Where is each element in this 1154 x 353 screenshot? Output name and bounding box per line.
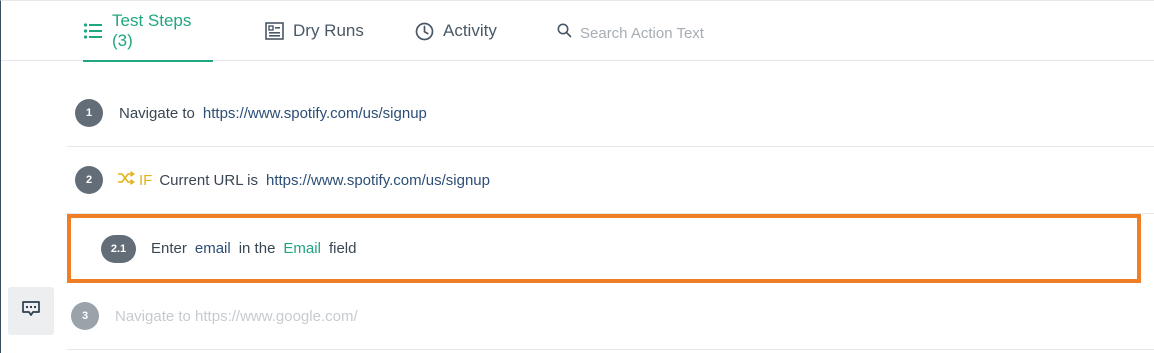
list-icon	[83, 22, 103, 40]
tab-activity[interactable]: Activity	[415, 1, 497, 61]
tab-label: Dry Runs	[293, 21, 364, 40]
clock-icon	[415, 22, 434, 41]
step-url: https://www.spotify.com/us/signup	[265, 171, 490, 189]
step-element: Email	[283, 240, 321, 257]
step-test-data: email	[194, 240, 231, 257]
search-box	[557, 21, 817, 45]
search-input[interactable]	[580, 24, 810, 42]
step-url: https://www.spotify.com/us/signup	[202, 104, 427, 122]
step-text: Enter	[151, 240, 187, 257]
shuffle-icon	[117, 171, 135, 189]
step-text: Navigate to https://www.google.com/	[115, 307, 358, 325]
chat-button[interactable]	[8, 287, 54, 335]
tab-label: Activity	[443, 21, 497, 40]
step-row[interactable]: 1 Navigate to https://www.spotify.com/us…	[67, 80, 1154, 147]
step-number-badge: 2.1	[101, 234, 136, 263]
step-row[interactable]: 3 Navigate to https://www.google.com/	[67, 283, 1154, 350]
step-row[interactable]: 2.1 Enter email in the Email field	[71, 217, 1137, 280]
if-condition-tag: IF	[117, 171, 152, 189]
step-row[interactable]: 2 IF Current URL is https://www.spotify.…	[67, 147, 1154, 214]
chat-icon	[21, 300, 41, 323]
if-label: IF	[139, 171, 153, 189]
tab-label: Test Steps (3)	[112, 11, 192, 50]
test-steps-panel: Test Steps (3) Dry Runs Activity Search …	[0, 0, 1154, 353]
step-number-badge: 2	[75, 166, 103, 194]
search-icon	[557, 23, 572, 43]
step-condition: Current URL is	[159, 171, 258, 189]
tab-bar: Test Steps (3) Dry Runs Activity Search …	[1, 1, 1154, 62]
step-text: field	[328, 240, 357, 257]
step-action: Navigate to	[119, 104, 195, 122]
document-icon	[265, 22, 284, 40]
step-number-badge: 1	[75, 99, 103, 127]
tab-test-steps[interactable]: Test Steps (3)	[83, 1, 213, 62]
tab-dry-runs[interactable]: Dry Runs	[265, 1, 364, 61]
step-text: in the	[238, 240, 276, 257]
step-number-badge: 3	[71, 302, 99, 330]
